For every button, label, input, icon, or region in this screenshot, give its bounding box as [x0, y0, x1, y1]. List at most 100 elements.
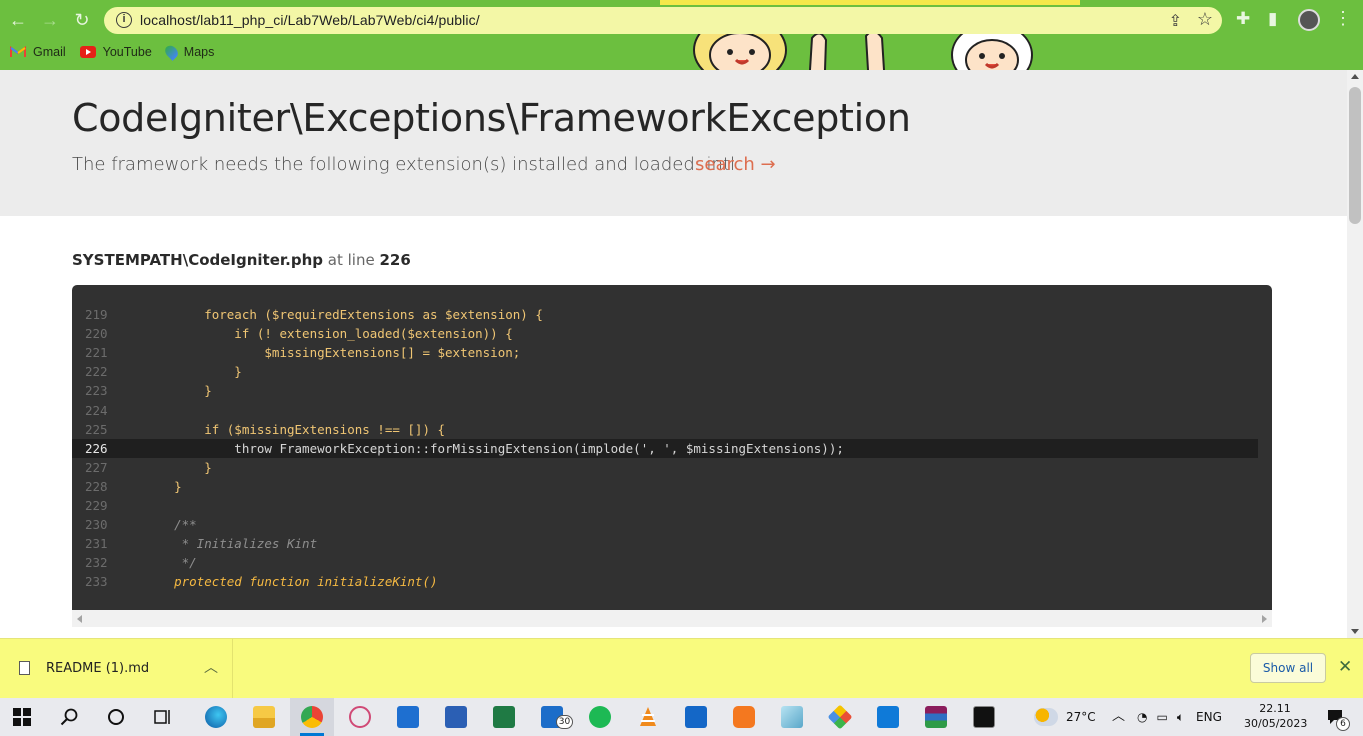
notification-center[interactable]: 6 [1315, 698, 1355, 736]
bookmark-youtube[interactable]: YouTube [79, 43, 152, 61]
code-line: 223 } [72, 381, 1258, 400]
site-info-icon[interactable]: i [116, 12, 132, 28]
taskbar-mail[interactable]: 30 [530, 698, 574, 736]
download-item[interactable]: README (1).md ︿ [0, 639, 233, 698]
notepad-icon [781, 706, 803, 728]
battery-icon[interactable]: ▭ [1157, 710, 1168, 724]
code-line: 219 foreach ($requiredExtensions as $ext… [72, 305, 1258, 324]
cortana-button[interactable] [94, 698, 138, 736]
back-button[interactable]: ← [6, 8, 30, 32]
search-button[interactable] [47, 698, 91, 736]
code-line: 232 */ [72, 553, 1258, 572]
edge-icon [205, 706, 227, 728]
clock[interactable]: 22.11 30/05/2023 [1244, 701, 1308, 731]
forward-button[interactable]: → [38, 8, 62, 32]
chevron-up-icon[interactable]: ︿ [204, 657, 218, 677]
taskbar-vlc[interactable] [626, 698, 670, 736]
source-line: 226 [379, 251, 411, 269]
mail-badge: 30 [556, 715, 573, 729]
line-number: 232 [85, 555, 108, 571]
url-text[interactable]: localhost/lab11_php_ci/Lab7Web/Lab7Web/c… [140, 12, 480, 28]
volume-icon[interactable]: 🔈︎ [1177, 710, 1184, 724]
address-bar[interactable]: i localhost/lab11_php_ci/Lab7Web/Lab7Web… [104, 7, 1222, 34]
store-icon [397, 706, 419, 728]
start-button[interactable] [0, 698, 44, 736]
page-scrollbar[interactable] [1347, 70, 1363, 638]
taskbar-git[interactable] [818, 698, 862, 736]
code-text: } [144, 478, 182, 494]
taskbar-excel[interactable] [482, 698, 526, 736]
taskbar-store[interactable] [386, 698, 430, 736]
git-icon [827, 704, 853, 730]
task-view-button[interactable] [141, 698, 185, 736]
line-number: 226 [85, 440, 108, 456]
download-bar: README (1).md ︿ Show all ✕ [0, 638, 1363, 698]
scroll-down-icon[interactable] [1351, 629, 1359, 634]
at-line-label: at line [327, 251, 375, 269]
code-line: 220 if (! extension_loaded($extension)) … [72, 324, 1258, 343]
bookmark-label: Maps [183, 45, 215, 59]
vscode-icon [877, 706, 899, 728]
clock-date: 30/05/2023 [1244, 717, 1308, 730]
network-icon[interactable]: ◔ [1137, 710, 1147, 724]
taskbar: 30 27°C ︿ ◔ ▭ 🔈︎ ENG 22.11 30/05/2023 6 [0, 698, 1363, 736]
code-horizontal-scrollbar[interactable] [72, 610, 1272, 627]
taskbar-vscode[interactable] [866, 698, 910, 736]
taskbar-chrome[interactable] [290, 698, 334, 736]
code-text: $missingExtensions[] = $extension; [144, 345, 521, 361]
scroll-left-icon[interactable] [77, 615, 82, 623]
cortana-icon [108, 709, 124, 725]
taskbar-snipping[interactable] [338, 698, 382, 736]
taskbar-word[interactable] [434, 698, 478, 736]
line-number: 225 [85, 421, 108, 437]
profile-avatar[interactable] [1298, 9, 1320, 31]
extensions-icon[interactable]: ✚ [1236, 9, 1250, 29]
clock-time: 22.11 [1259, 702, 1291, 715]
code-text: throw FrameworkException::forMissingExte… [144, 440, 844, 456]
file-explorer-icon [253, 706, 275, 728]
line-number: 233 [85, 574, 108, 590]
browser-chrome: ← → ↻ i localhost/lab11_php_ci/Lab7Web/L… [0, 0, 1363, 70]
code-line: 229 [72, 496, 1258, 515]
weather-widget[interactable]: 27°C [1034, 698, 1096, 736]
taskbar-edge[interactable] [194, 698, 238, 736]
code-text: */ [144, 555, 197, 571]
taskbar-spotify[interactable] [578, 698, 622, 736]
show-all-button[interactable]: Show all [1250, 653, 1326, 683]
code-line: 227 } [72, 458, 1258, 477]
code-text: foreach ($requiredExtensions as $extensi… [144, 307, 543, 322]
taskbar-file-explorer[interactable] [242, 698, 286, 736]
taskbar-xampp[interactable] [722, 698, 766, 736]
share-icon[interactable]: ⇪ [1169, 11, 1182, 31]
close-icon[interactable]: ✕ [1338, 657, 1352, 677]
line-number: 224 [85, 402, 108, 418]
taskbar-notepad[interactable] [770, 698, 814, 736]
exception-title: CodeIgniter\Exceptions\FrameworkExceptio… [72, 96, 911, 140]
bookmark-gmail[interactable]: Gmail [10, 43, 66, 61]
side-panel-icon[interactable]: ▮ [1268, 9, 1277, 29]
scroll-right-icon[interactable] [1262, 615, 1267, 623]
code-line: 231 * Initializes Kint [72, 534, 1258, 553]
reload-button[interactable]: ↻ [70, 8, 94, 32]
gmail-icon [10, 46, 26, 57]
bookmark-maps[interactable]: Maps [162, 43, 215, 61]
taskbar-terminal[interactable] [962, 698, 1006, 736]
taskbar-media-player[interactable] [674, 698, 718, 736]
line-number: 229 [85, 498, 108, 513]
code-text: if ($missingExtensions !== []) { [144, 421, 446, 437]
line-number: 230 [85, 517, 108, 533]
language-indicator[interactable]: ENG [1196, 710, 1222, 724]
taskbar-winrar[interactable] [914, 698, 958, 736]
scroll-up-icon[interactable] [1351, 74, 1359, 79]
browser-menu-icon[interactable]: ⋮ [1334, 8, 1352, 29]
task-view-icon [154, 710, 170, 724]
word-icon [445, 706, 467, 728]
search-link[interactable]: search → [695, 154, 776, 176]
line-number: 227 [85, 459, 108, 475]
code-line: 233 protected function initializeKint() [72, 572, 1258, 591]
download-file-name[interactable]: README (1).md [46, 661, 149, 677]
scrollbar-thumb[interactable] [1349, 87, 1361, 224]
code-snippet: 219 foreach ($requiredExtensions as $ext… [72, 285, 1272, 610]
chevron-up-icon[interactable]: ︿ [1112, 710, 1125, 724]
bookmark-star-icon[interactable]: ☆ [1197, 9, 1213, 30]
